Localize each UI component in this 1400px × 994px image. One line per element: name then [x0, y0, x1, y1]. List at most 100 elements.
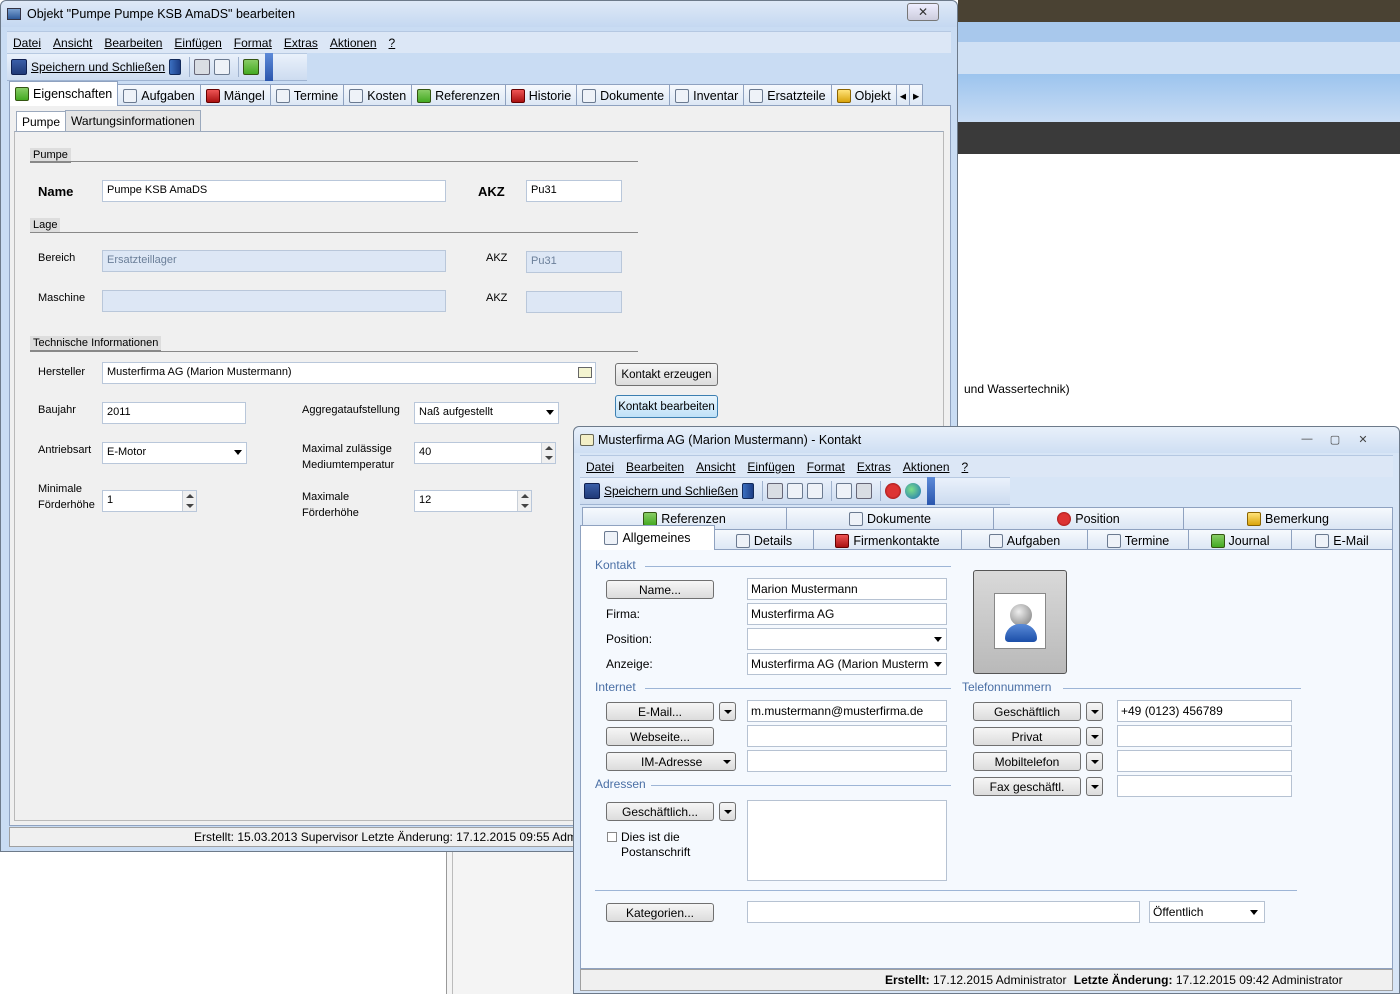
adresse-textarea[interactable] [747, 800, 947, 881]
maxtemp-spinner[interactable]: 40 [414, 442, 556, 464]
menu-format[interactable]: Format [234, 36, 272, 50]
save-close-button[interactable]: Speichern und Schließen [580, 481, 742, 501]
name-field[interactable]: Pumpe KSB AmaDS [102, 180, 446, 202]
menu-format[interactable]: Format [807, 460, 845, 474]
menu-help[interactable]: ? [389, 36, 396, 50]
tab-allgemeines[interactable]: Allgemeines [580, 525, 715, 550]
tab-historie[interactable]: Historie [504, 84, 578, 106]
spinner-arrows-icon[interactable] [182, 491, 196, 511]
tab-maengel[interactable]: Mängel [199, 84, 271, 106]
flag-icon[interactable] [885, 483, 902, 499]
webseite-field[interactable] [747, 725, 947, 747]
spinner-arrows-icon[interactable] [541, 443, 555, 463]
minimize-button[interactable]: — [1294, 431, 1320, 447]
maxfoerder-spinner[interactable]: 12 [414, 490, 532, 512]
send-icon[interactable] [836, 483, 853, 499]
tab-journal[interactable]: Journal [1188, 529, 1292, 551]
save-close-button[interactable]: Speichern und Schließen [7, 57, 169, 77]
tab-firmenkontakte[interactable]: Firmenkontakte [813, 529, 962, 551]
preview-icon[interactable] [214, 59, 231, 75]
tab-termine[interactable]: Termine [1087, 529, 1189, 551]
postanschrift-checkbox[interactable] [607, 832, 617, 842]
kategorien-button[interactable]: Kategorien... [606, 903, 714, 922]
baujahr-field[interactable]: 2011 [102, 402, 246, 424]
tel-privat-button[interactable]: Privat [973, 727, 1081, 746]
menu-bearbeiten[interactable]: Bearbeiten [626, 460, 684, 474]
email-field[interactable]: m.mustermann@musterfirma.de [747, 700, 947, 722]
webseite-button[interactable]: Webseite... [606, 727, 714, 746]
object-window-close-button[interactable]: ✕ [907, 3, 939, 21]
tab-scroll-left-button[interactable]: ◂ [895, 84, 911, 106]
menu-datei[interactable]: Datei [13, 36, 41, 50]
menu-ansicht[interactable]: Ansicht [53, 36, 92, 50]
tel-fax-dropdown[interactable] [1086, 777, 1103, 796]
firma-field[interactable]: Musterfirma AG [747, 603, 947, 625]
im-adresse-button[interactable]: IM-Adresse [606, 752, 736, 771]
menu-bearbeiten[interactable]: Bearbeiten [104, 36, 162, 50]
adresse-geschaeftlich-button[interactable]: Geschäftlich... [606, 802, 714, 821]
menu-aktionen[interactable]: Aktionen [330, 36, 377, 50]
sichtbarkeit-select[interactable]: Öffentlich [1149, 901, 1265, 923]
tab-aufgaben[interactable]: Aufgaben [961, 529, 1088, 551]
tel-fax-field[interactable] [1117, 775, 1292, 797]
tab-objekt[interactable]: Objekt [830, 84, 897, 106]
menu-datei[interactable]: Datei [586, 460, 614, 474]
calculator-icon[interactable] [807, 483, 824, 499]
menu-einfuegen[interactable]: Einfügen [174, 36, 221, 50]
tab-termine[interactable]: Termine [269, 84, 345, 106]
tel-geschaeftlich-button[interactable]: Geschäftlich [973, 702, 1081, 721]
aggregat-select[interactable]: Naß aufgestellt [414, 402, 559, 424]
antrieb-select[interactable]: E-Motor [102, 442, 247, 464]
tab-eigenschaften[interactable]: Eigenschaften [9, 81, 119, 106]
minfoerder-spinner[interactable]: 1 [102, 490, 197, 512]
email-button[interactable]: E-Mail... [606, 702, 714, 721]
tab-referenzen[interactable]: Referenzen [411, 84, 506, 106]
menu-aktionen[interactable]: Aktionen [903, 460, 950, 474]
tel-privat-dropdown[interactable] [1086, 727, 1103, 746]
hersteller-field[interactable]: Musterfirma AG (Marion Mustermann) [102, 362, 596, 384]
email-dropdown-button[interactable] [719, 702, 736, 721]
book-icon[interactable] [742, 483, 755, 499]
name-button[interactable]: Name... [606, 580, 714, 599]
tel-mobil-dropdown[interactable] [1086, 752, 1103, 771]
anzeige-select[interactable]: Musterfirma AG (Marion Musterm [747, 653, 947, 675]
menu-einfuegen[interactable]: Einfügen [747, 460, 794, 474]
close-button[interactable]: ✕ [1350, 431, 1376, 447]
contact-photo[interactable] [973, 570, 1067, 674]
fullname-field[interactable]: Marion Mustermann [747, 578, 947, 600]
menu-extras[interactable]: Extras [284, 36, 318, 50]
book-icon[interactable] [169, 59, 182, 75]
dial-icon[interactable] [856, 483, 873, 499]
tel-geschaeftlich-dropdown[interactable] [1086, 702, 1103, 721]
tab-ersatzteile[interactable]: Ersatzteile [743, 84, 832, 106]
position-select[interactable] [747, 628, 947, 650]
tel-geschaeftlich-field[interactable]: +49 (0123) 456789 [1117, 700, 1292, 722]
tab-inventar[interactable]: Inventar [669, 84, 745, 106]
kontakt-bearbeiten-button[interactable]: Kontakt bearbeiten [615, 395, 718, 418]
tel-mobil-button[interactable]: Mobiltelefon [973, 752, 1081, 771]
kontakt-erzeugen-button[interactable]: Kontakt erzeugen [615, 363, 718, 386]
tel-mobil-field[interactable] [1117, 750, 1292, 772]
maximize-button[interactable]: ▢ [1322, 431, 1348, 447]
akz-field[interactable]: Pu31 [526, 180, 622, 202]
refresh-icon[interactable] [243, 59, 260, 75]
menu-help[interactable]: ? [962, 460, 969, 474]
print-icon[interactable] [767, 483, 784, 499]
tab-email[interactable]: E-Mail [1291, 529, 1393, 551]
im-field[interactable] [747, 750, 947, 772]
spinner-arrows-icon[interactable] [517, 491, 531, 511]
tab-dokumente[interactable]: Dokumente [786, 507, 994, 529]
tel-fax-button[interactable]: Fax geschäftl. [973, 777, 1081, 796]
subtab-pumpe[interactable]: Pumpe [16, 111, 67, 132]
tab-scroll-right-button[interactable]: ▸ [909, 84, 924, 106]
tab-position[interactable]: Position [993, 507, 1184, 529]
adresse-dropdown-button[interactable] [719, 802, 736, 821]
menu-extras[interactable]: Extras [857, 460, 891, 474]
tab-bemerkung[interactable]: Bemerkung [1183, 507, 1393, 529]
menu-ansicht[interactable]: Ansicht [696, 460, 735, 474]
print-icon[interactable] [194, 59, 211, 75]
globe-icon[interactable] [905, 483, 922, 499]
tab-kosten[interactable]: Kosten [343, 84, 413, 106]
contact-card-icon[interactable] [578, 367, 592, 378]
preview-icon[interactable] [787, 483, 804, 499]
